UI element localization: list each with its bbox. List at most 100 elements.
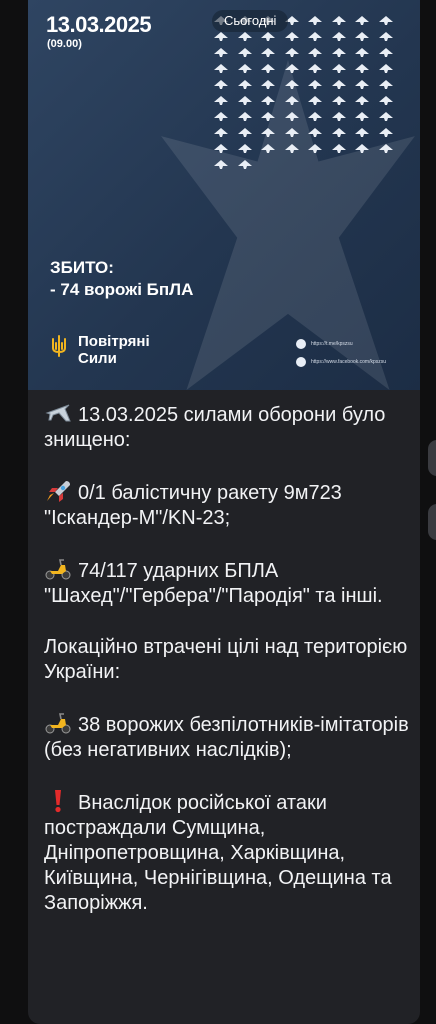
drone-icon [214, 128, 228, 137]
drone-icon [237, 112, 252, 121]
drone-icon [355, 32, 369, 41]
lost-targets-text: Локаційно втрачені цілі над територією У… [44, 636, 408, 683]
telegram-url: https://t.me/kpszsu [311, 341, 353, 347]
drone-icon [378, 96, 393, 105]
brand-line-1: Повітряні [78, 333, 150, 350]
drone-icon [378, 112, 393, 121]
brand-line-2: Сили [78, 350, 117, 367]
drone-icon [355, 112, 369, 121]
drone-icon [214, 48, 228, 57]
drone-icon [237, 128, 252, 137]
drone-icon [378, 32, 393, 41]
drone-icon [378, 80, 393, 89]
drone-icon [284, 80, 299, 89]
drone-icon [331, 96, 346, 105]
drone-icon [284, 48, 299, 57]
drone-icon [214, 144, 228, 153]
paragraph-intro: 13.03.2025 силами оборони було знищено: [44, 401, 414, 453]
shot-down-count: - 74 ворожі БпЛА [50, 280, 194, 299]
drone-icon [261, 112, 275, 121]
moped-icon [45, 559, 71, 580]
drone-icon [331, 48, 346, 57]
drone-icon [308, 64, 322, 73]
drone-icon [331, 144, 346, 153]
drone-icon [308, 128, 322, 137]
drone-icon [261, 96, 275, 105]
facebook-url: https://www.facebook.com/kpszsu [311, 359, 387, 365]
damage-text: Внаслідок російської атаки постраждали С… [44, 792, 392, 914]
drone-icon [331, 128, 346, 137]
drone-icon [261, 64, 275, 73]
drone-icon [214, 112, 228, 121]
drone-icon [308, 80, 322, 89]
share-button[interactable] [428, 440, 436, 476]
drone-icon [261, 32, 275, 41]
drone-icon [284, 112, 299, 121]
drone-icon [331, 32, 346, 41]
paragraph-drones: 74/117 ударних БПЛА "Шахед"/"Гербера"/"П… [44, 557, 414, 609]
drone-icon [378, 16, 393, 25]
drone-icon [355, 128, 369, 137]
missile-text: 0/1 балістичну ракету 9м723 "Іскандер-М"… [44, 482, 342, 529]
drone-icon [261, 128, 275, 137]
paragraph-lost-targets: Локаційно втрачені цілі над територією У… [44, 635, 414, 685]
drone-icon [214, 160, 228, 169]
drone-icon [355, 16, 369, 25]
drone-icon [237, 48, 252, 57]
drone-icon [331, 64, 346, 73]
paragraph-missile: 0/1 балістичну ракету 9м723 "Іскандер-М"… [44, 479, 414, 531]
drone-icon [261, 48, 275, 57]
paragraph-damage: Внаслідок російської атаки постраждали С… [44, 789, 414, 916]
drone-icon [237, 32, 252, 41]
drone-icon [284, 32, 299, 41]
drone-icon [308, 144, 322, 153]
telegram-icon [296, 339, 306, 349]
facebook-icon [296, 357, 306, 367]
drone-icon [331, 80, 346, 89]
drone-icon [308, 112, 322, 121]
drone-icon [308, 16, 322, 25]
drone-icon [261, 80, 275, 89]
drone-icon [284, 64, 299, 73]
drone-icon [308, 48, 322, 57]
message-bubble: 13.03.2025 (09.00) Сьогодні ЗБИТО: - 74 … [28, 0, 420, 1024]
drones-text: 74/117 ударних БПЛА "Шахед"/"Гербера"/"П… [44, 560, 383, 607]
air-force-brand: Повітряні Сили [78, 333, 168, 367]
rocket-icon [47, 481, 70, 502]
drone-icon [237, 96, 252, 105]
drone-icon [237, 64, 252, 73]
drone-icon [214, 96, 228, 105]
message-text: 13.03.2025 силами оборони було знищено: … [44, 401, 414, 942]
drone-icon [284, 128, 299, 137]
drone-icon [331, 16, 346, 25]
drone-icon [355, 48, 369, 57]
date-badge[interactable]: Сьогодні [212, 10, 289, 32]
drone-icon [261, 144, 275, 153]
drone-icon [214, 80, 228, 89]
drone-icon [355, 144, 369, 153]
paragraph-decoys: 38 ворожих безпілотників-імітаторів (без… [44, 711, 414, 763]
go-to-message-button[interactable] [428, 504, 436, 540]
drone-icon [237, 160, 252, 169]
drone-icon [284, 144, 299, 153]
shot-down-title: ЗБИТО: [50, 258, 114, 277]
trident-logo-icon [52, 335, 66, 357]
infographic-image[interactable]: 13.03.2025 (09.00) Сьогодні ЗБИТО: - 74 … [28, 0, 420, 390]
drone-icon [378, 64, 393, 73]
drone-icon [331, 112, 346, 121]
drone-icon [355, 80, 369, 89]
drone-icon [378, 128, 393, 137]
drone-icon [214, 32, 228, 41]
drone-icon [284, 96, 299, 105]
drone-icon [237, 144, 252, 153]
exclamation-icon [55, 790, 61, 813]
decoys-text: 38 ворожих безпілотників-імітаторів (без… [44, 714, 409, 761]
moped-icon [45, 713, 71, 734]
report-date: 13.03.2025 [46, 12, 152, 37]
drone-icon [237, 80, 252, 89]
report-time: (09.00) [47, 38, 82, 50]
drone-icon-grid [214, 16, 414, 236]
airplane-icon [45, 404, 71, 422]
drone-icon [214, 64, 228, 73]
drone-icon [308, 32, 322, 41]
